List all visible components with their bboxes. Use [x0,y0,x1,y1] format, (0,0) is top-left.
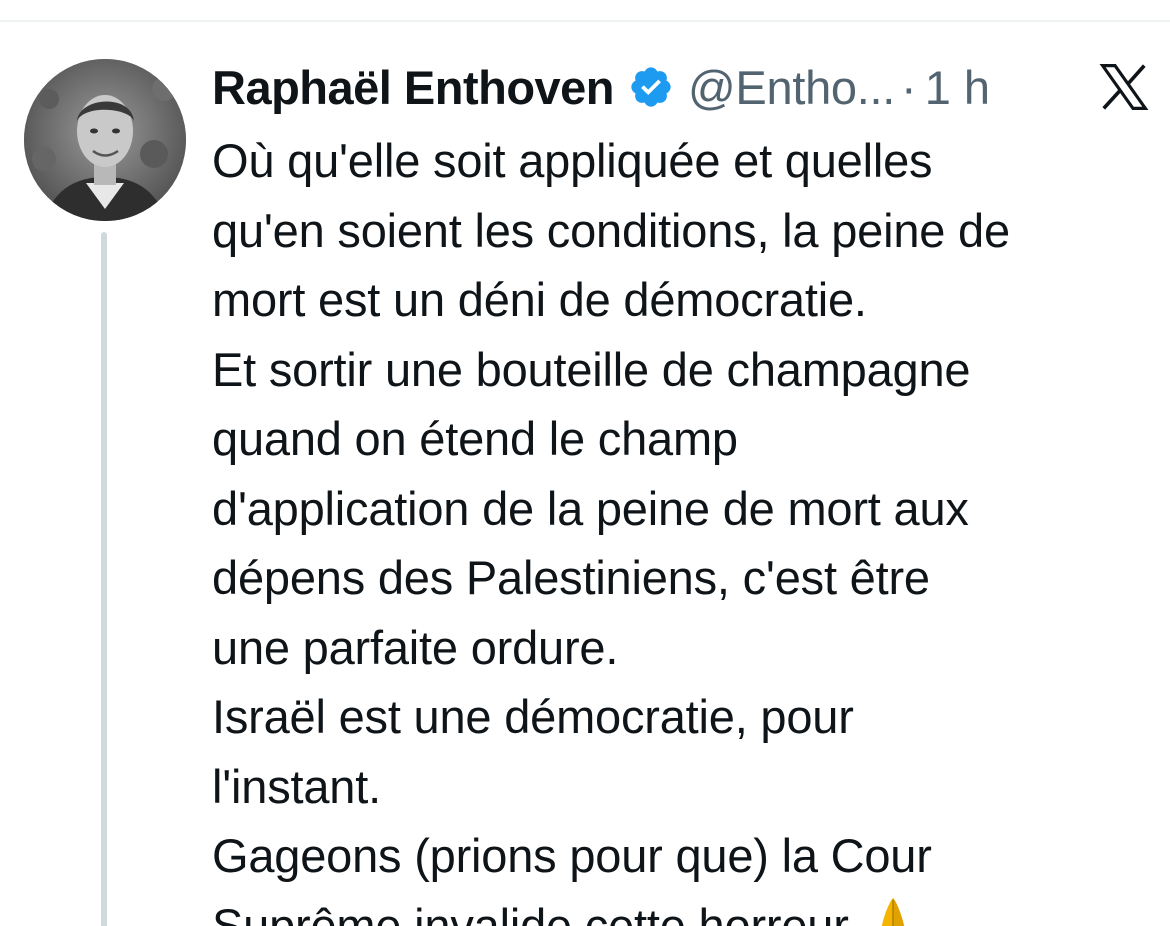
separator-dot: · [901,60,917,114]
author-name[interactable]: Raphaël Enthoven [212,60,615,115]
top-divider [0,20,1170,22]
author-handle[interactable]: @Entho... [688,60,895,115]
verified-badge-icon [628,64,674,110]
tweet-text-line: Israël est une démocratie, pour [212,690,854,743]
tweet-text-line: l'instant. [212,759,381,813]
tweet-text-line: quand on étend le champ [212,412,738,465]
tweet-text-line: Où qu'elle soit appliquée et quelles [212,134,933,187]
tweet-header: Raphaël Enthoven @Entho... · 1 h [212,52,1152,122]
thread-line [101,232,107,926]
avatar[interactable] [24,59,186,221]
tweet-text-line: qu'en soient les conditions, la peine de [212,203,1010,257]
tweet-text-line: mort est un déni de démocratie. [212,273,867,326]
tweet-text-line: une parfaite ordure. [212,620,619,674]
x-logo-icon[interactable] [1096,60,1152,114]
tweet-text-line: Et sortir une bouteille de champagne [212,342,971,396]
tweet-text-line: dépens des Palestiniens, c'est être [212,551,930,604]
tweet-text-line: Gageons (prions pour que) la Cour [212,829,932,882]
tweet-text: Où qu'elle soit appliquée et quelles qu'… [212,126,1162,926]
tweet-text-line: d'application de la peine de mort aux [212,481,969,535]
timestamp[interactable]: 1 h [925,60,990,115]
folded-hands-icon [873,896,913,926]
tweet-screen: Raphaël Enthoven @Entho... · 1 h Où qu'e… [0,0,1170,926]
tweet-text-line-last: Suprême invalide cette horreur. [212,891,1162,926]
tweet-text-line: Suprême invalide cette horreur. [212,898,859,926]
